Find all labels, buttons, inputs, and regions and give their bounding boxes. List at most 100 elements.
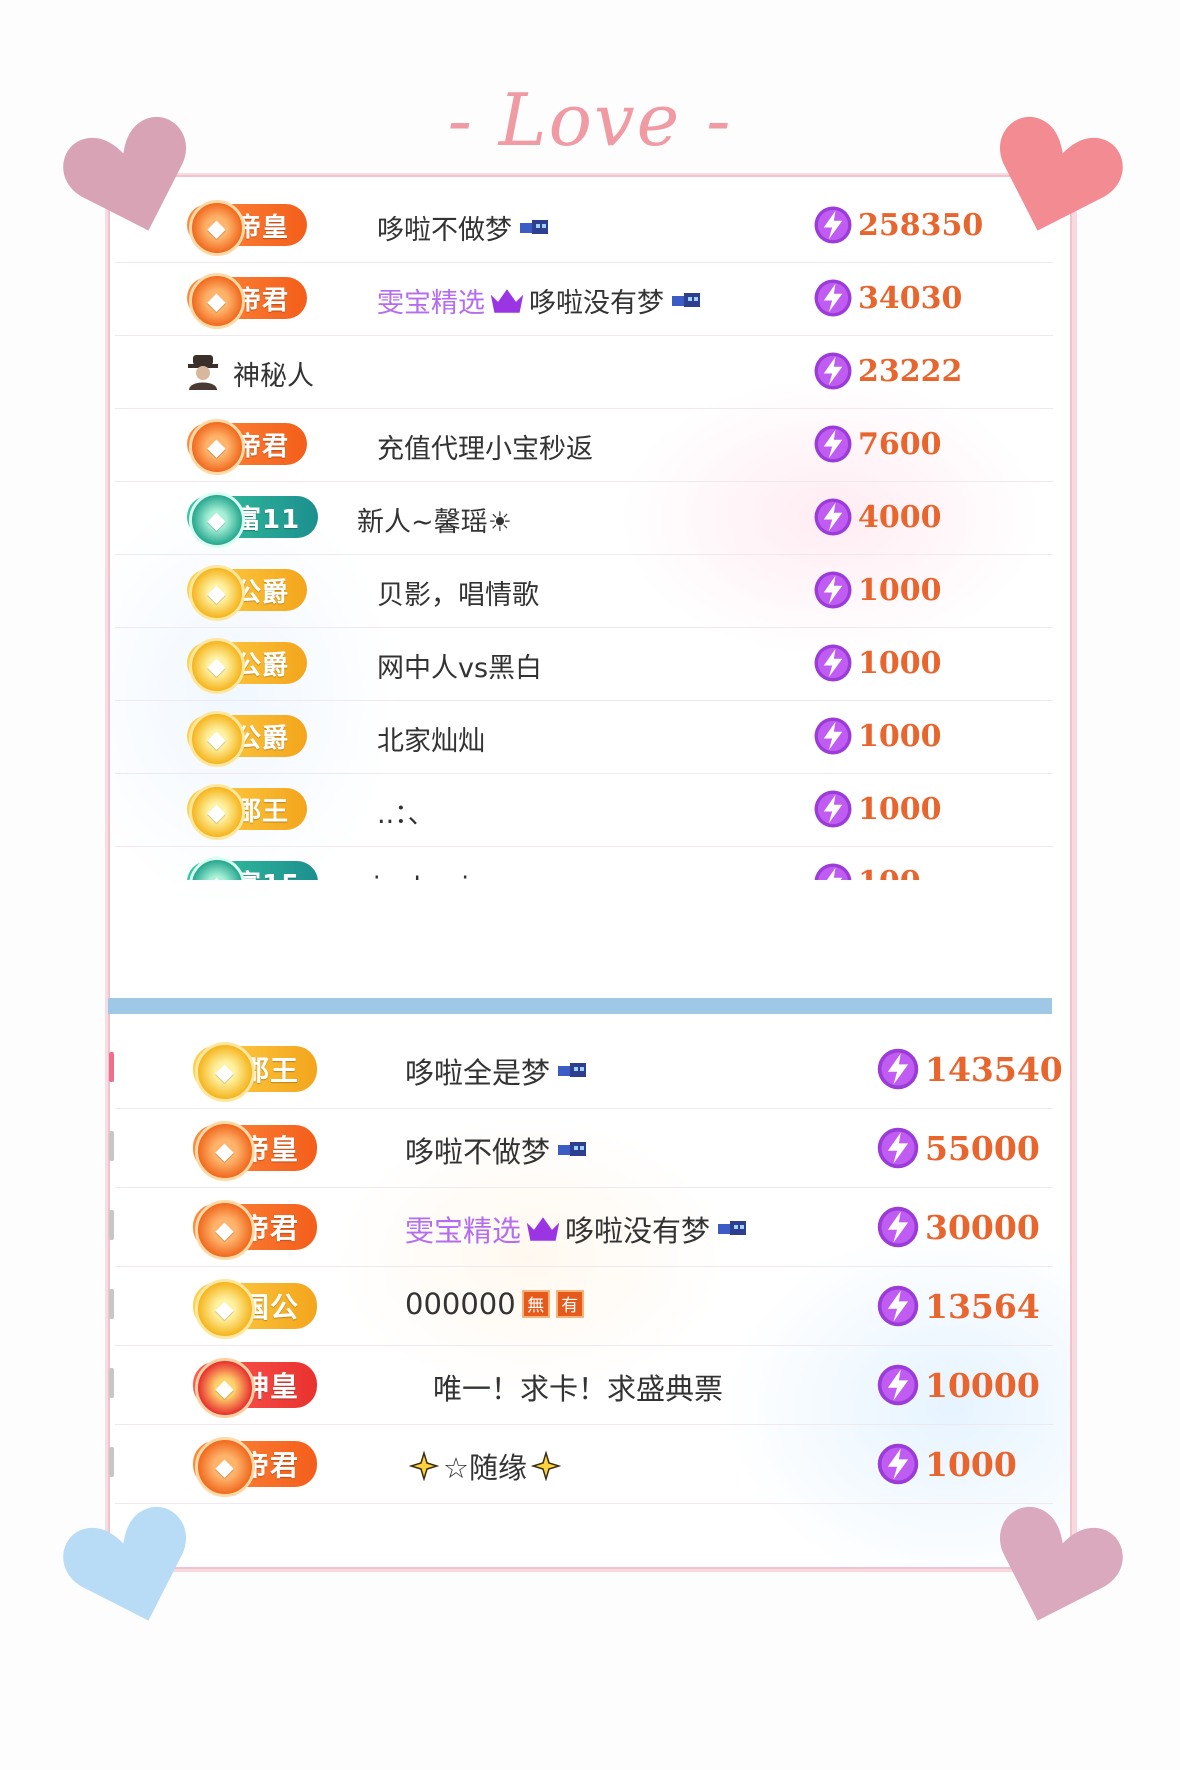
level-badge: ◆ 富11 [187, 492, 319, 548]
name-prefix: 雯宝精选 [405, 1214, 522, 1248]
score-value: 30000 [925, 1207, 1040, 1247]
sparkle-icon [531, 1451, 561, 1481]
ranking-row[interactable]: ◆ 国公 000000 無有 13564 [109, 1267, 1053, 1346]
ranking-row[interactable]: ◆ 富11 新人~馨瑶☀ 4000 [115, 482, 1053, 555]
ranking-row[interactable]: ◆ 帝君 雯宝精选 哆啦没有梦 34030 [115, 263, 1053, 336]
score: 100 [812, 861, 921, 880]
score-value: 7600 [858, 426, 942, 462]
level-badge: ◆ 帝皇 [193, 1121, 318, 1181]
user-name[interactable]: 哆啦全是梦 [405, 1050, 590, 1092]
score: 4000 [812, 496, 942, 538]
ranking-row[interactable]: ◆富15 xiaokeai～ 100 [115, 847, 1053, 880]
lightning-icon [814, 498, 852, 536]
music-icon [520, 219, 548, 234]
score: 258350 [812, 204, 983, 246]
lightning-icon [877, 1285, 919, 1327]
crown-icon [526, 1217, 560, 1241]
score-value: 10000 [925, 1365, 1040, 1405]
name-text: 充值代理小宝秒返 [377, 434, 593, 465]
ranking-row[interactable]: ◆ 帝君 ☆随缘 1000 [109, 1425, 1053, 1504]
user-name[interactable]: 雯宝精选 哆啦没有梦 [405, 1208, 750, 1250]
section-divider [108, 998, 1052, 1014]
ranking-row[interactable]: ◆ 帝皇 哆啦不做梦 55000 [109, 1109, 1053, 1188]
badge-emblem-icon: ◆ [195, 1279, 255, 1339]
name-text: 贝影，唱情歌 [377, 580, 539, 611]
ranking-row[interactable]: ◆ 帝君 充值代理小宝秒返 7600 [115, 409, 1053, 482]
score: 1000 [812, 788, 942, 830]
score-value: 258350 [858, 207, 984, 243]
lightning-icon [877, 1048, 919, 1090]
score-value: 4000 [858, 499, 942, 535]
ranking-row[interactable]: ◆ 帝皇 哆啦不做梦 258350 [115, 190, 1053, 263]
level-badge: ◆ 郡王 [187, 784, 308, 840]
heart-bottom-right-icon [984, 1500, 1124, 1640]
score: 30000 [875, 1204, 1040, 1250]
badge-emblem-icon: ◆ [195, 1437, 255, 1497]
name-text: 神秘人 [233, 361, 314, 392]
score-value: 55000 [925, 1128, 1040, 1168]
name-text: 哆啦不做梦 [377, 215, 512, 246]
user-name[interactable]: 神秘人 [233, 354, 314, 393]
name-text: 哆啦没有梦 [565, 1214, 711, 1248]
bottom-ranking-list[interactable]: ◆ 郡王 哆啦全是梦 143540 ◆ 帝皇 哆啦不做梦 55000 ◆ 帝君 雯宝精选 哆啦没有梦 3… [109, 1030, 1063, 1504]
top-ranking-list[interactable]: ◆ 帝皇 哆啦不做梦 258350 ◆ 帝君 雯宝精选 哆啦没有梦 34030 神秘人 23222 ◆… [115, 190, 1053, 880]
music-icon [672, 292, 700, 307]
lightning-icon [814, 717, 852, 755]
ranking-row[interactable]: ◆ 公爵 贝影，唱情歌 1000 [115, 555, 1053, 628]
name-text: 新人~馨瑶☀ [357, 507, 512, 538]
badge-emblem-icon: ◆ [189, 200, 245, 256]
badge-emblem-icon: ◆ [189, 638, 245, 694]
name-text: xiaokeai～ [357, 865, 496, 880]
score: 23222 [812, 350, 962, 392]
level-badge: ◆ 帝皇 [187, 200, 308, 256]
user-name[interactable]: 充值代理小宝秒返 [377, 427, 593, 466]
user-name[interactable]: 哆啦不做梦 [405, 1129, 590, 1171]
user-name[interactable]: 哆啦不做梦 [377, 208, 552, 247]
music-icon [558, 1142, 587, 1156]
row-indicator [109, 1368, 114, 1398]
level-badge: ◆ 公爵 [187, 711, 308, 767]
level-badge: ◆ 帝君 [187, 419, 308, 475]
user-name[interactable]: 北家灿灿 [377, 719, 485, 758]
ranking-row[interactable]: ◆ 郡王 哆啦全是梦 143540 [109, 1030, 1063, 1109]
level-badge: ◆ 帝君 [193, 1437, 318, 1497]
user-name[interactable]: 000000 無有 [405, 1287, 584, 1321]
score: 1000 [812, 715, 942, 757]
ranking-row[interactable]: ◆ 公爵 北家灿灿 1000 [115, 701, 1053, 774]
user-name[interactable]: xiaokeai～ [357, 865, 496, 880]
ranking-row[interactable]: ◆ 神皇 唯一！求卡！求盛典票 10000 [109, 1346, 1053, 1425]
heart-bottom-left-icon [62, 1500, 202, 1640]
user-name[interactable]: 贝影，唱情歌 [377, 573, 539, 612]
ranking-row[interactable]: 神秘人 23222 [115, 336, 1053, 409]
ranking-row[interactable]: ◆ 帝君 雯宝精选 哆啦没有梦 30000 [109, 1188, 1053, 1267]
lightning-icon [877, 1127, 919, 1169]
name-text: ☆随缘 [443, 1451, 527, 1485]
row-indicator [109, 1210, 114, 1240]
score: 34030 [812, 277, 962, 319]
score-value: 1000 [858, 645, 942, 681]
level-badge: ◆ 公爵 [187, 638, 308, 694]
name-text: 哆啦不做梦 [405, 1135, 551, 1169]
name-text: ..：、 [377, 799, 435, 830]
ranking-row[interactable]: ◆ 公爵 网中人vs黑白 1000 [115, 628, 1053, 701]
badge-emblem-icon: ◆ [189, 857, 245, 880]
user-name[interactable]: ☆随缘 [405, 1445, 565, 1487]
score: 1000 [875, 1441, 1017, 1487]
name-text: 哆啦没有梦 [529, 288, 664, 319]
row-indicator [109, 1289, 114, 1319]
score: 1000 [812, 642, 942, 684]
score-value: 23222 [858, 353, 963, 389]
row-indicator [109, 1052, 114, 1082]
badge-emblem-icon: ◆ [189, 565, 245, 621]
user-name[interactable]: 网中人vs黑白 [377, 646, 542, 685]
ranking-row[interactable]: ◆ 郡王 ..：、 1000 [115, 774, 1053, 847]
user-name[interactable]: ..：、 [377, 792, 435, 831]
music-icon [558, 1063, 587, 1077]
level-badge: ◆ 国公 [193, 1279, 318, 1339]
name-tag: 有 [555, 1290, 584, 1318]
user-name[interactable]: 雯宝精选 哆啦没有梦 [377, 281, 704, 320]
lightning-icon [814, 863, 852, 880]
score: 13564 [875, 1283, 1040, 1329]
user-name[interactable]: 新人~馨瑶☀ [357, 500, 512, 539]
user-name[interactable]: 唯一！求卡！求盛典票 [433, 1366, 723, 1408]
